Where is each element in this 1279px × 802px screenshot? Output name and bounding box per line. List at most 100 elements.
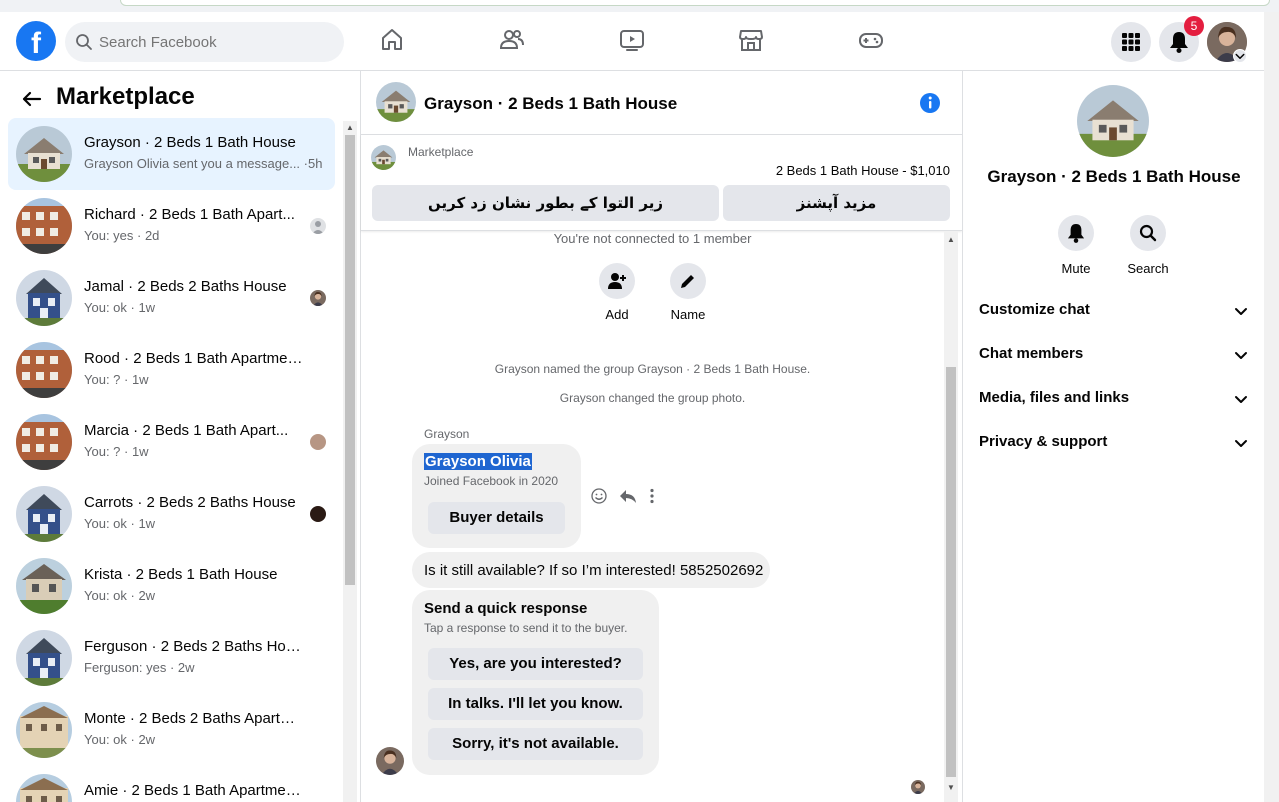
search-input[interactable] [99,22,334,62]
more-options-button[interactable]: مزید آپشنز [723,185,950,221]
friends-icon[interactable] [499,27,525,53]
system-message: Grayson changed the group photo. [559,391,746,405]
seen-avatar [310,290,326,306]
scroll-up-arrow-icon[interactable]: ▲ [346,123,354,132]
buyer-details-button[interactable]: Buyer details [428,502,565,534]
conversation-snippet: You: ok · 2w [84,588,156,603]
message-bubble: Is it still available? If so I’m interes… [412,552,770,588]
top-navigation: f 5 [0,12,1264,71]
mark-pending-button[interactable]: زیر التوا کے بطور نشان زد کریں [372,185,719,221]
menu-button[interactable] [1111,22,1151,62]
conversation-item-grayson[interactable]: Grayson · 2 Beds 1 Bath House Grayson Ol… [8,118,335,190]
quick-response-title: Send a quick response [424,600,588,617]
buyer-card-bubble: Grayson Olivia Joined Facebook in 2020 B… [412,444,581,548]
chat-members-section[interactable]: Chat members [979,333,1249,377]
section-label: Privacy & support [979,433,1108,450]
conversation-item-rood[interactable]: Rood · 2 Beds 1 Bath Apartment... You: ?… [8,334,335,406]
add-member-button[interactable] [599,263,635,299]
name-group-button[interactable] [670,263,706,299]
section-label: Customize chat [979,301,1090,318]
add-label: Add [605,307,629,322]
conversation-item-richard[interactable]: Richard · 2 Beds 1 Bath Apart... You: ye… [8,190,335,262]
reply-icon[interactable] [619,488,637,504]
listing-thumbnail [16,126,72,182]
more-dots-icon[interactable] [649,488,655,504]
gaming-icon[interactable] [858,27,884,53]
group-title: Grayson · 2 Beds 1 Bath House [987,167,1241,186]
add-member-action[interactable]: Add [587,263,647,322]
chat-header: Grayson · 2 Beds 1 Bath House [361,71,962,135]
chevron-down-icon [1233,303,1249,319]
conversation-item-carrots[interactable]: Carrots · 2 Beds 2 Baths House You: ok ·… [8,478,335,550]
facebook-logo[interactable]: f [16,21,56,61]
conversation-title: Monte · 2 Beds 2 Baths Apartm... [84,710,304,727]
conversation-item-krista[interactable]: Krista · 2 Beds 1 Bath House You: ok · 2… [8,550,335,622]
chat-title[interactable]: Grayson · 2 Beds 1 Bath House [424,94,677,114]
mute-action[interactable]: Mute [1046,215,1106,276]
conversation-snippet: Ferguson: yes · 2w [84,660,195,675]
scroll-down-arrow-icon[interactable]: ▼ [947,783,955,792]
conversation-title: Richard · 2 Beds 1 Bath Apart... [84,206,295,223]
conversation-title: Carrots · 2 Beds 2 Baths House [84,494,296,511]
conversation-item-jamal[interactable]: Jamal · 2 Beds 2 Baths House You: ok · 1… [8,262,335,334]
conversation-item-marcia[interactable]: Marcia · 2 Beds 1 Bath Apart... You: ? ·… [8,406,335,478]
search-label: Search [1127,261,1169,276]
name-group-action[interactable]: Name [658,263,718,322]
conversation-item-monte[interactable]: Monte · 2 Beds 2 Baths Apartm... You: ok… [8,694,335,766]
watch-icon[interactable] [619,27,645,53]
scrollbar-thumb[interactable] [345,135,355,585]
message-thread-scrollbar[interactable]: ▲ ▼ [944,231,958,802]
mute-button[interactable] [1058,215,1094,251]
bell-icon [1067,224,1085,243]
seen-avatar [911,780,925,794]
scroll-up-arrow-icon[interactable]: ▲ [947,235,955,244]
conversation-list: Grayson · 2 Beds 1 Bath House Grayson Ol… [8,118,335,802]
search-in-chat-button[interactable] [1130,215,1166,251]
home-icon[interactable] [379,27,405,53]
group-avatar [1077,85,1149,157]
page-title: Marketplace [56,83,195,110]
privacy-support-section[interactable]: Privacy & support [979,421,1249,465]
back-arrow-icon[interactable] [18,85,46,113]
conversation-snippet: You: ok · 2w [84,732,156,747]
bell-icon [1170,32,1188,53]
listing-banner: Marketplace 2 Beds 1 Bath House - $1,010… [361,135,962,231]
pencil-icon [681,275,694,288]
marketplace-icon[interactable] [738,27,764,53]
quick-reply-not-available-button[interactable]: Sorry, it's not available. [428,728,643,760]
listing-thumbnail [16,702,72,758]
message-text: Is it still available? If so I’m interes… [424,562,764,579]
scrollbar-thumb[interactable] [946,367,956,777]
react-emoji-icon[interactable] [591,488,607,504]
quick-reply-in-talks-button[interactable]: In talks. I'll let you know. [428,688,643,720]
sender-avatar[interactable] [376,747,404,775]
search-in-chat-action[interactable]: Search [1118,215,1178,276]
search-box[interactable] [65,22,344,62]
conversation-item-ferguson[interactable]: Ferguson · 2 Beds 2 Baths House Ferguson… [8,622,335,694]
page-scrollbar[interactable] [1264,12,1279,802]
quick-response-bubble: Send a quick response Tap a response to … [412,590,659,775]
listing-thumbnail [16,270,72,326]
listing-price[interactable]: 2 Beds 1 Bath House - $1,010 [776,163,950,178]
chat-list-panel: Marketplace Grayson · 2 Beds 1 Bath Hous… [0,71,361,802]
account-chevron-icon[interactable] [1233,49,1247,63]
conversation-snippet: You: ? · 1w [84,372,149,387]
quick-reply-yes-button[interactable]: Yes, are you interested? [428,648,643,680]
conversation-snippet: You: ok · 1w [84,516,156,531]
seen-avatar [310,434,326,450]
section-label: Media, files and links [979,389,1130,406]
conversation-item-amie[interactable]: Amie · 2 Beds 1 Bath Apartment... [8,766,335,802]
chat-list-header: Marketplace [0,71,360,123]
conversation-title: Rood · 2 Beds 1 Bath Apartment... [84,350,304,367]
customize-chat-section[interactable]: Customize chat [979,289,1249,333]
chat-avatar[interactable] [376,82,416,122]
media-files-links-section[interactable]: Media, files and links [979,377,1249,421]
conversation-title: Amie · 2 Beds 1 Bath Apartment... [84,782,304,799]
chat-details-panel: Grayson · 2 Beds 1 Bath House Mute Searc… [962,71,1264,802]
info-icon[interactable] [919,92,941,114]
conversation-list-scrollbar[interactable]: ▲ [343,121,357,802]
seen-avatar [310,218,326,234]
listing-thumbnail [16,198,72,254]
message-thread: You're not connected to 1 member Add Nam… [361,231,944,802]
sender-name: Grayson [424,427,470,441]
